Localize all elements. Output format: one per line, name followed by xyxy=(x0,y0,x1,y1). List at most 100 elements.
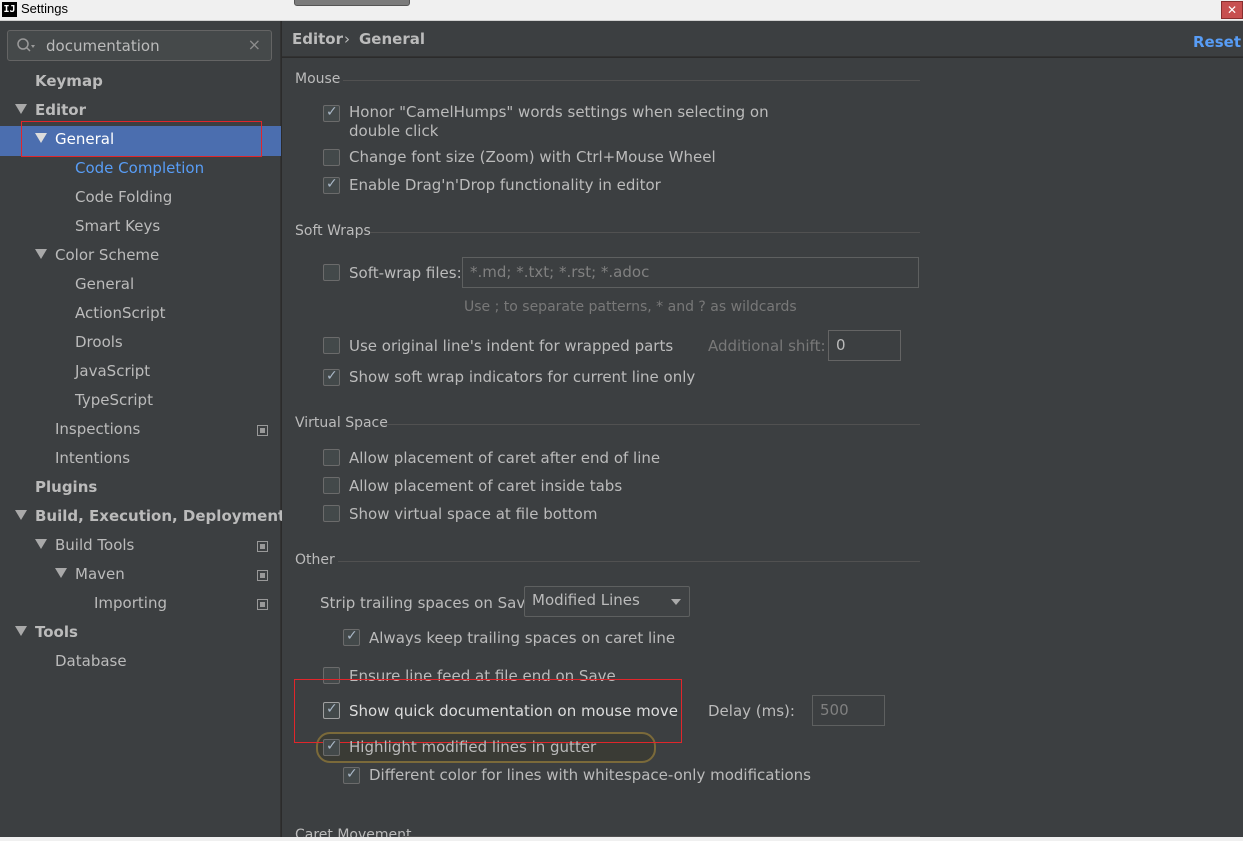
strip-spaces-value: Modified Lines xyxy=(532,591,640,609)
section-divider xyxy=(370,232,920,233)
tree-item-label: General xyxy=(55,130,115,148)
keep-trailing-label: Always keep trailing spaces on caret lin… xyxy=(369,629,676,647)
tree-item-smart-keys[interactable]: Smart Keys xyxy=(75,212,160,241)
expand-arrow-icon[interactable] xyxy=(35,248,47,259)
caret-inside-tabs-checkbox[interactable] xyxy=(323,477,340,494)
highlight-modified-label: Highlight modified lines in gutter xyxy=(349,738,597,756)
reset-link[interactable]: Reset xyxy=(1193,33,1241,51)
project-settings-icon xyxy=(257,425,268,436)
delay-label: Delay (ms): xyxy=(708,702,795,720)
highlight-box-quick-doc xyxy=(294,679,682,743)
tree-item-label: Editor xyxy=(35,101,86,119)
tree-item-maven[interactable]: Maven xyxy=(55,560,125,589)
soft-wrap-hint: Use ; to separate patterns, * and ? as w… xyxy=(464,299,797,315)
project-settings-icon xyxy=(257,541,268,552)
expand-arrow-icon[interactable] xyxy=(35,132,47,143)
soft-wrap-indicators-label: Show soft wrap indicators for current li… xyxy=(349,368,696,386)
settings-main-panel: Editor › General Reset Mouse Honor "Came… xyxy=(282,21,1243,841)
delay-input[interactable]: 500 xyxy=(812,695,885,726)
tree-item-color-general[interactable]: General xyxy=(75,270,134,299)
close-icon[interactable]: ✕ xyxy=(1221,1,1243,19)
settings-sidebar: documentation × Keymap Editor General Co… xyxy=(0,21,285,841)
tree-item-importing[interactable]: Importing xyxy=(94,589,167,618)
expand-arrow-icon[interactable] xyxy=(35,538,47,549)
intellij-app-icon: IJ xyxy=(2,2,17,17)
camelhumps-checkbox[interactable] xyxy=(323,104,340,122)
tree-item-build-tools[interactable]: Build Tools xyxy=(35,531,134,560)
title-bar: IJ Settings ✕ xyxy=(0,0,1243,21)
soft-wrap-files-input[interactable]: *.md; *.txt; *.rst; *.adoc xyxy=(462,257,919,288)
breadcrumb-editor: Editor xyxy=(292,30,343,48)
tree-item-typescript[interactable]: TypeScript xyxy=(75,386,153,415)
tree-item-code-folding[interactable]: Code Folding xyxy=(75,183,172,212)
soft-wrap-files-label: Soft-wrap files: xyxy=(349,264,462,282)
dnd-checkbox[interactable] xyxy=(323,176,340,194)
additional-shift-label: Additional shift: xyxy=(708,337,826,355)
caret-inside-tabs-label: Allow placement of caret inside tabs xyxy=(349,477,623,495)
expand-arrow-icon[interactable] xyxy=(15,103,27,114)
camelhumps-label-line1: Honor "CamelHumps" words settings when s… xyxy=(349,103,769,121)
tree-item-inspections[interactable]: Inspections xyxy=(55,415,140,444)
whitespace-color-checkbox[interactable] xyxy=(343,766,360,784)
expand-arrow-icon[interactable] xyxy=(15,625,27,636)
tree-item-javascript[interactable]: JavaScript xyxy=(75,357,150,386)
clear-search-icon[interactable]: × xyxy=(248,35,261,54)
camelhumps-label-line2: double click xyxy=(349,122,439,140)
section-divider xyxy=(338,561,920,562)
tree-item-label: Color Scheme xyxy=(55,246,160,264)
soft-wrap-files-checkbox[interactable] xyxy=(323,264,340,281)
tree-item-editor[interactable]: Editor xyxy=(15,96,86,125)
soft-wrap-indicators-checkbox[interactable] xyxy=(323,368,340,386)
original-indent-label: Use original line's indent for wrapped p… xyxy=(349,337,674,355)
search-icon xyxy=(17,38,35,52)
breadcrumb-separator: › xyxy=(344,30,350,48)
expand-arrow-icon[interactable] xyxy=(15,509,27,520)
virtual-space-bottom-checkbox[interactable] xyxy=(323,505,340,522)
tree-item-database[interactable]: Database xyxy=(55,647,127,676)
tree-item-keymap[interactable]: Keymap xyxy=(35,67,103,96)
zoom-label: Change font size (Zoom) with Ctrl+Mouse … xyxy=(349,148,716,166)
project-settings-icon xyxy=(257,599,268,610)
search-input[interactable]: documentation xyxy=(46,37,160,55)
tree-item-label: Build, Execution, Deployment xyxy=(35,507,286,525)
project-settings-icon xyxy=(257,570,268,581)
section-soft-wraps: Soft Wraps xyxy=(295,223,371,239)
whitespace-color-label: Different color for lines with whitespac… xyxy=(369,766,812,784)
tree-item-editor-general[interactable]: General xyxy=(35,125,114,154)
section-divider xyxy=(382,424,920,425)
section-mouse: Mouse xyxy=(295,71,341,87)
caret-after-eol-label: Allow placement of caret after end of li… xyxy=(349,449,661,467)
settings-content: Mouse Honor "CamelHumps" words settings … xyxy=(282,58,1243,841)
tree-item-actionscript[interactable]: ActionScript xyxy=(75,299,165,328)
highlight-modified-checkbox[interactable] xyxy=(323,738,340,756)
strip-spaces-label: Strip trailing spaces on Save: xyxy=(320,594,540,612)
background-window-edge xyxy=(294,0,410,6)
window-bottom-edge xyxy=(0,837,1243,841)
section-virtual-space: Virtual Space xyxy=(295,415,388,431)
tree-item-code-completion[interactable]: Code Completion xyxy=(75,154,204,183)
tree-item-build[interactable]: Build, Execution, Deployment xyxy=(15,502,285,531)
zoom-checkbox[interactable] xyxy=(323,149,340,166)
breadcrumb-general: General xyxy=(359,30,425,48)
caret-after-eol-checkbox[interactable] xyxy=(323,449,340,466)
tree-item-color-scheme[interactable]: Color Scheme xyxy=(35,241,159,270)
tree-item-drools[interactable]: Drools xyxy=(75,328,123,357)
original-indent-checkbox[interactable] xyxy=(323,337,340,354)
expand-arrow-icon[interactable] xyxy=(55,567,67,578)
search-field[interactable]: documentation × xyxy=(7,30,272,61)
tree-item-intentions[interactable]: Intentions xyxy=(55,444,130,473)
tree-item-plugins[interactable]: Plugins xyxy=(35,473,97,502)
tree-item-label: Maven xyxy=(75,565,125,583)
tree-item-tools[interactable]: Tools xyxy=(15,618,78,647)
dnd-label: Enable Drag'n'Drop functionality in edit… xyxy=(349,176,661,194)
tree-item-label: Tools xyxy=(35,623,78,641)
virtual-space-bottom-label: Show virtual space at file bottom xyxy=(349,505,598,523)
breadcrumb: Editor › General Reset xyxy=(282,21,1243,57)
keep-trailing-checkbox[interactable] xyxy=(343,628,360,646)
window-title: Settings xyxy=(21,1,68,16)
tree-item-label: Build Tools xyxy=(55,536,135,554)
additional-shift-input[interactable]: 0 xyxy=(828,330,901,361)
chevron-down-icon xyxy=(671,599,681,605)
section-other: Other xyxy=(295,552,335,568)
strip-spaces-dropdown[interactable]: Modified Lines xyxy=(524,586,690,617)
